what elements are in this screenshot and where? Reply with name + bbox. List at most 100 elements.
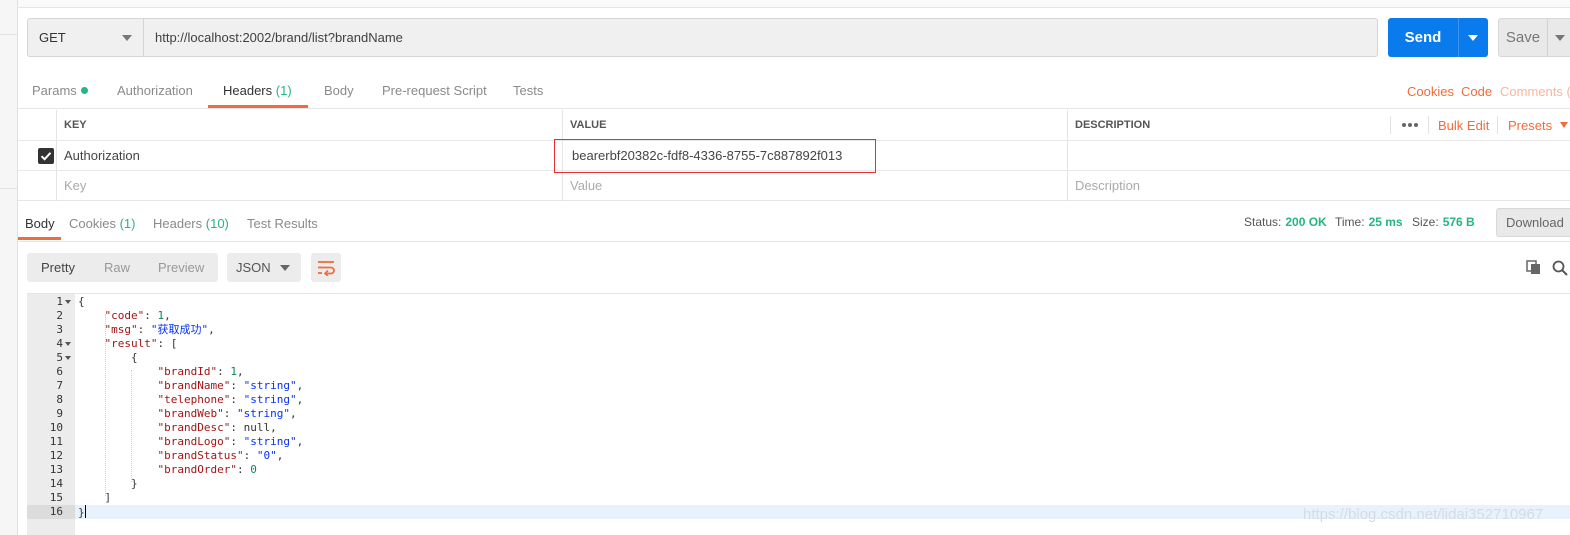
fold-toggle-icon[interactable] [65,342,71,346]
tab-pre-request-script[interactable]: Pre-request Script [382,70,487,109]
more-options-icon[interactable] [1400,118,1420,132]
tab-test-results[interactable]: Test Results [247,202,318,242]
header-description-cell[interactable] [1068,141,1570,170]
save-button[interactable]: Save [1498,18,1570,57]
url-input[interactable]: http://localhost:2002/brand/list?brandNa… [144,18,1378,57]
copy-icon[interactable] [1526,260,1542,276]
search-icon[interactable] [1552,260,1568,276]
tab-label: Params [32,83,77,98]
toolbar-divider [1390,116,1391,134]
json-string: "获取成功" [150,323,209,336]
json-key: "brandName" [157,379,231,392]
json-punctuation: : [243,449,257,462]
response-body-editor[interactable]: 1{2 "code": 1, 3 "msg": "获取成功", 4 "result": [… [27,293,1570,535]
method-label: GET [39,30,66,45]
language-label: JSON [236,260,271,275]
code-line: 7 "brandName": "string", [27,379,1570,393]
code-text: { [131,351,138,365]
chevron-down-icon [122,35,132,41]
json-punctuation: : [223,407,237,420]
tab-body[interactable]: Body [324,70,354,109]
tab-authorization[interactable]: Authorization [117,70,193,109]
json-punctuation: , [208,323,215,336]
pretty-button[interactable]: Pretty [41,253,75,282]
new-key-field[interactable]: Key [57,171,563,201]
size-label: Size: [1412,215,1439,229]
tab-tests[interactable]: Tests [513,70,543,109]
json-punctuation: : [230,421,244,434]
json-punctuation: : [230,393,244,406]
cookies-link[interactable]: Cookies [1407,70,1454,109]
wrap-lines-button[interactable] [311,253,341,282]
table-header-row: KEY VALUE DESCRIPTION [18,110,1570,141]
size-value: 576 B [1442,215,1475,229]
sidebar-divider [0,188,18,189]
tab-response-cookies[interactable]: Cookies (1) [69,202,135,242]
code-text: "telephone": "string", [158,393,304,407]
value-column-header: VALUE [563,110,1068,140]
time-value: 25 ms [1368,215,1403,229]
json-key: "result" [104,337,158,350]
preview-button[interactable]: Preview [158,253,204,282]
comments-link[interactable]: Comments ( [1500,70,1570,109]
code-text: "code": 1, [105,309,171,323]
code-text: } [78,505,86,520]
json-punctuation: , [276,449,284,462]
tab-strip [18,0,1570,8]
tab-count: (1) [119,216,136,231]
tab-response-body[interactable]: Body [25,202,55,242]
tab-response-headers[interactable]: Headers (10) [153,202,229,242]
send-button[interactable]: Send [1388,18,1488,57]
json-string: "string" [243,379,297,392]
header-enabled-checkbox[interactable] [38,148,54,164]
fold-toggle-icon[interactable] [65,356,71,360]
json-punctuation: : [144,309,158,322]
json-punctuation: } [131,477,138,490]
code-text: "brandId": 1, [158,365,244,379]
json-punctuation: : [230,435,244,448]
json-number: 1 [230,365,237,378]
language-select[interactable]: JSON [227,253,301,282]
save-options-chevron-icon[interactable] [1555,35,1565,41]
tab-params[interactable]: Params [32,70,88,109]
send-options-chevron-icon[interactable] [1468,35,1478,41]
request-tabs: Params Authorization Headers (1) Body Pr… [18,70,1570,109]
json-punctuation: : [ [157,337,178,350]
json-punctuation: , [296,379,304,392]
code-link[interactable]: Code [1461,70,1492,109]
active-tab-underline [18,237,61,240]
view-mode-group: Pretty Raw Preview [27,253,218,282]
new-description-field[interactable]: Description [1068,171,1570,201]
json-punctuation: , [236,365,244,378]
code-text: ] [105,491,112,505]
key-column-header: KEY [57,110,563,140]
json-key: "brandStatus" [157,449,244,462]
tab-label: Body [324,83,354,98]
line-number: 1 [56,295,63,308]
code-text: "brandLogo": "string", [158,435,304,449]
raw-button[interactable]: Raw [104,253,130,282]
json-punctuation: : [217,365,231,378]
checkmark-icon [40,152,52,161]
new-value-field[interactable]: Value [563,171,1068,201]
method-select[interactable]: GET [27,18,144,57]
code-line: 6 "brandId": 1, [27,365,1570,379]
download-button[interactable]: Download [1496,208,1570,237]
tab-label: Authorization [117,83,193,98]
line-number: 15 [49,491,63,504]
header-key-cell[interactable]: Authorization [57,141,563,170]
code-line: 14} [27,477,1570,491]
line-number: 4 [56,337,63,350]
code-line: 2 "code": 1, [27,309,1570,323]
presets-dropdown[interactable]: Presets [1508,110,1552,140]
bulk-edit-link[interactable]: Bulk Edit [1438,110,1489,140]
tab-headers[interactable]: Headers (1) [223,70,292,109]
line-number: 7 [56,379,63,392]
fold-toggle-icon[interactable] [65,300,71,304]
line-number: 8 [56,393,63,406]
request-workspace: GET http://localhost:2002/brand/list?bra… [18,0,1570,535]
line-number: 13 [49,463,63,476]
line-number: 10 [49,421,63,434]
json-punctuation: , [296,393,304,406]
time-readout: Time: 25 ms [1335,213,1403,231]
